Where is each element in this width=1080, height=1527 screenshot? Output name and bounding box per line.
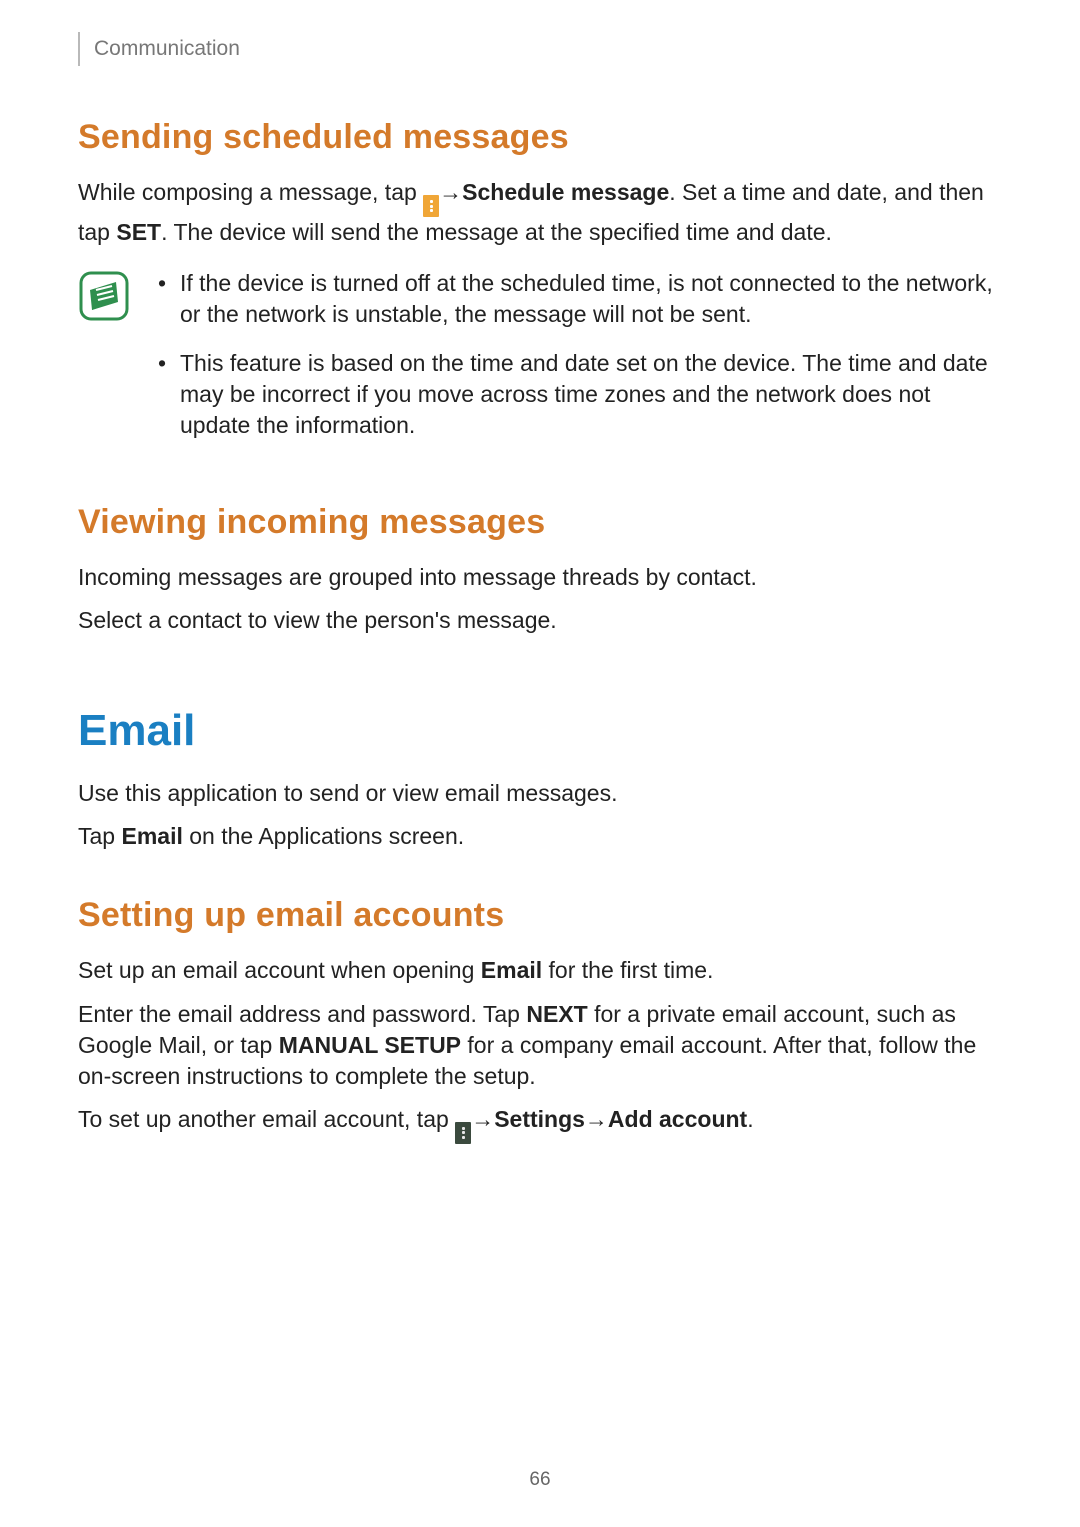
text: . (747, 1106, 753, 1132)
page: Communication Sending scheduled messages… (0, 0, 1080, 1527)
para-email-tap: Tap Email on the Applications screen. (78, 821, 1002, 852)
heading-email: Email (78, 706, 1002, 756)
page-header: Communication (78, 32, 1002, 66)
note-block: If the device is turned off at the sched… (78, 268, 1002, 459)
button-label-set: SET (116, 219, 161, 245)
note-icon (78, 270, 130, 322)
more-options-icon (455, 1122, 471, 1144)
note-list: If the device is turned off at the sched… (154, 268, 1002, 459)
text: While composing a message, tap (78, 179, 423, 205)
text: Enter the email address and password. Ta… (78, 1001, 526, 1027)
page-number: 66 (0, 1469, 1080, 1491)
note-item: If the device is turned off at the sched… (154, 268, 1002, 330)
more-options-icon (423, 195, 439, 217)
app-name-email: Email (481, 957, 542, 983)
text: on the Applications screen. (183, 823, 464, 849)
para-setup-2: Enter the email address and password. Ta… (78, 999, 1002, 1092)
app-name-email: Email (121, 823, 182, 849)
heading-sending-scheduled: Sending scheduled messages (78, 118, 1002, 157)
text: for the first time. (542, 957, 713, 983)
menu-item-add-account: Add account (608, 1106, 747, 1132)
arrow-icon: → (439, 177, 462, 208)
para-setup-3: To set up another email account, tap → S… (78, 1104, 1002, 1144)
chapter-title: Communication (94, 37, 240, 61)
text: Set up an email account when opening (78, 957, 481, 983)
menu-item-schedule-message: Schedule message (462, 179, 669, 205)
text: To set up another email account, tap (78, 1106, 455, 1132)
menu-item-settings: Settings (494, 1106, 585, 1132)
button-label-next: NEXT (526, 1001, 587, 1027)
heading-setting-up-email: Setting up email accounts (78, 896, 1002, 935)
arrow-icon: → (585, 1104, 608, 1135)
note-item: This feature is based on the time and da… (154, 348, 1002, 441)
heading-viewing-incoming: Viewing incoming messages (78, 503, 1002, 542)
text: Tap (78, 823, 121, 849)
para-schedule-instruction: While composing a message, tap → Schedul… (78, 177, 1002, 248)
para-incoming-2: Select a contact to view the person's me… (78, 605, 1002, 636)
text: . The device will send the message at th… (161, 219, 832, 245)
arrow-icon: → (471, 1104, 494, 1135)
header-divider (78, 32, 80, 66)
para-email-intro: Use this application to send or view ema… (78, 778, 1002, 809)
para-incoming-1: Incoming messages are grouped into messa… (78, 562, 1002, 593)
para-setup-1: Set up an email account when opening Ema… (78, 955, 1002, 986)
button-label-manual-setup: MANUAL SETUP (279, 1032, 461, 1058)
